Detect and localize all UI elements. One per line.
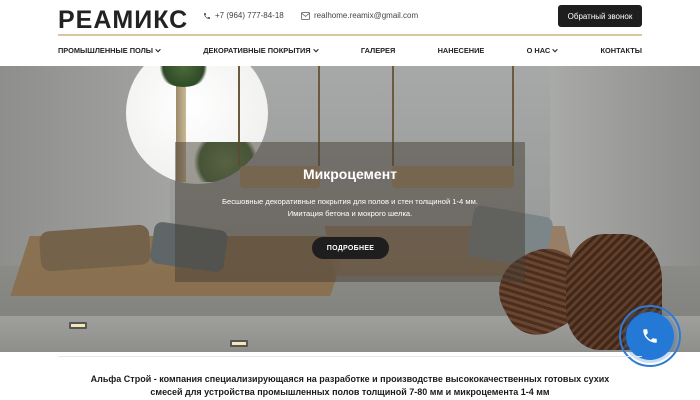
callback-button[interactable]: Обратный звонок (558, 5, 642, 27)
floor-light (230, 340, 248, 347)
chevron-down-icon (155, 48, 161, 53)
phone-handset-icon (643, 329, 657, 343)
hero-title: Микроцемент (302, 166, 398, 182)
nav-item-application[interactable]: НАНЕСЕНИЕ (438, 46, 485, 55)
company-intro: Альфа Строй - компания специализирующаяс… (40, 373, 660, 399)
nav-item-label: ПРОМЫШЛЕННЫЕ ПОЛЫ (58, 46, 154, 55)
intro-line: смесей для устройства промышленных полов… (150, 387, 550, 397)
callback-fab[interactable] (626, 312, 674, 360)
nav-item-gallery[interactable]: ГАЛЕРЕЯ (361, 46, 395, 55)
nav-item-label: ГАЛЕРЕЯ (360, 46, 396, 55)
phone-number: +7 (964) 777-84-18 (215, 11, 284, 20)
hero-banner: Микроцемент Бесшовные декоративные покры… (0, 66, 700, 352)
palm-leaves (156, 66, 211, 87)
site-header: РЕАМИКС +7 (964) 777-84-18 realhome.ream… (0, 0, 700, 66)
nav-item-label: ДЕКОРАТИВНЫЕ ПОКРЫТИЯ (203, 46, 311, 55)
mail-icon (301, 12, 310, 20)
floor-light (69, 322, 87, 329)
nav-item-decorative-coatings[interactable]: ДЕКОРАТИВНЫЕ ПОКРЫТИЯ (203, 46, 319, 55)
nav-item-industrial-floors[interactable]: ПРОМЫШЛЕННЫЕ ПОЛЫ (58, 46, 161, 55)
hero-subtitle-line: Имитация бетона и мокрого шелка. (287, 209, 413, 218)
nav-item-label: НАНЕСЕНИЕ (437, 46, 485, 55)
chevron-down-icon (552, 48, 559, 53)
intro-line: Альфа Строй - компания специализирующаяс… (90, 374, 610, 384)
more-button[interactable]: ПОДРОБНЕЕ (312, 237, 389, 259)
email-address: realhome.reamix@gmail.com (314, 11, 419, 20)
header-email[interactable]: realhome.reamix@gmail.com (301, 10, 418, 22)
site-logo[interactable]: РЕАМИКС (58, 4, 188, 36)
hero-pillow (38, 224, 152, 272)
hero-subtitle: Бесшовные декоративные покрытия для поло… (175, 196, 525, 220)
header-phone[interactable]: +7 (964) 777-84-18 (203, 10, 284, 22)
section-divider (58, 356, 642, 357)
phone-icon (204, 13, 210, 19)
hero-subtitle-line: Бесшовные декоративные покрытия для поло… (222, 197, 478, 206)
nav-item-label: КОНТАКТЫ (600, 46, 642, 55)
chevron-down-icon (312, 48, 319, 53)
nav-item-label: О НАС (526, 46, 551, 55)
nav-item-about[interactable]: О НАС (527, 46, 559, 55)
main-nav: ПРОМЫШЛЕННЫЕ ПОЛЫ ДЕКОРАТИВНЫЕ ПОКРЫТИЯ … (58, 36, 642, 65)
nav-item-contacts[interactable]: КОНТАКТЫ (601, 46, 642, 55)
